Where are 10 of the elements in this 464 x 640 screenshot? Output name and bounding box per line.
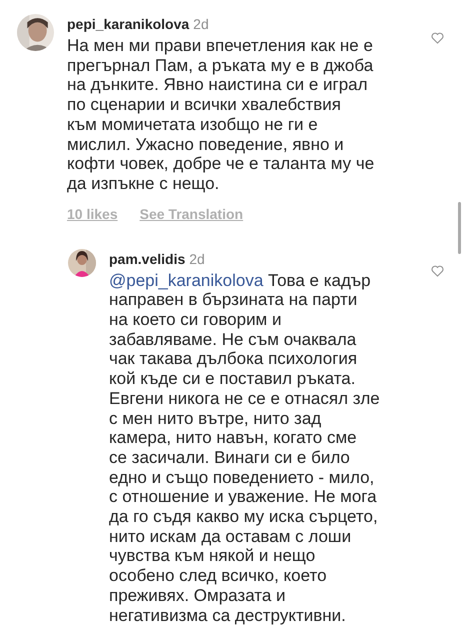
username[interactable]: pam.velidis xyxy=(109,250,186,267)
username[interactable]: pepi_karanikolova xyxy=(67,16,190,32)
comment-time: 2d xyxy=(189,250,205,267)
comment-text: На мен ми прави впечетления как не е прегърнал Пам, а ръката му е в джоба на дънките. Явно наистина си е играл по сценарии и всички хвалебствия към момичетата изобщо не ги е мислил. Ужасно поведение, явно и кофти човек, добре че е таланта му че да изпъкне с нещо. xyxy=(67,36,376,194)
comment-time: 2d xyxy=(193,16,209,32)
scrollbar[interactable] xyxy=(458,202,461,254)
heart-icon[interactable] xyxy=(431,32,444,44)
mention-link[interactable]: @pepi_karanikolova xyxy=(109,270,264,290)
heart-icon[interactable] xyxy=(431,264,444,277)
comment-text: @pepi_karanikolova Това е кадър направен в бързината на парти на което си говорим и забавляваме. Не съм очаквала чак такава дълбока психология кой къде си е поставил ръката. Евгени никога не се е отнасял зле с мен нито вътре, нито зад камера, нито навън, когато сме се засичали. Винаги си е било едно и също поведението - мило, с отношение и уважение. Не мога да го съдя какво му иска сърцето, нито искам да оставам с лоши чувства към някой и нещо особено след всичко, което преживях. Омразата и негативизма са деструктивни. xyxy=(109,270,381,626)
